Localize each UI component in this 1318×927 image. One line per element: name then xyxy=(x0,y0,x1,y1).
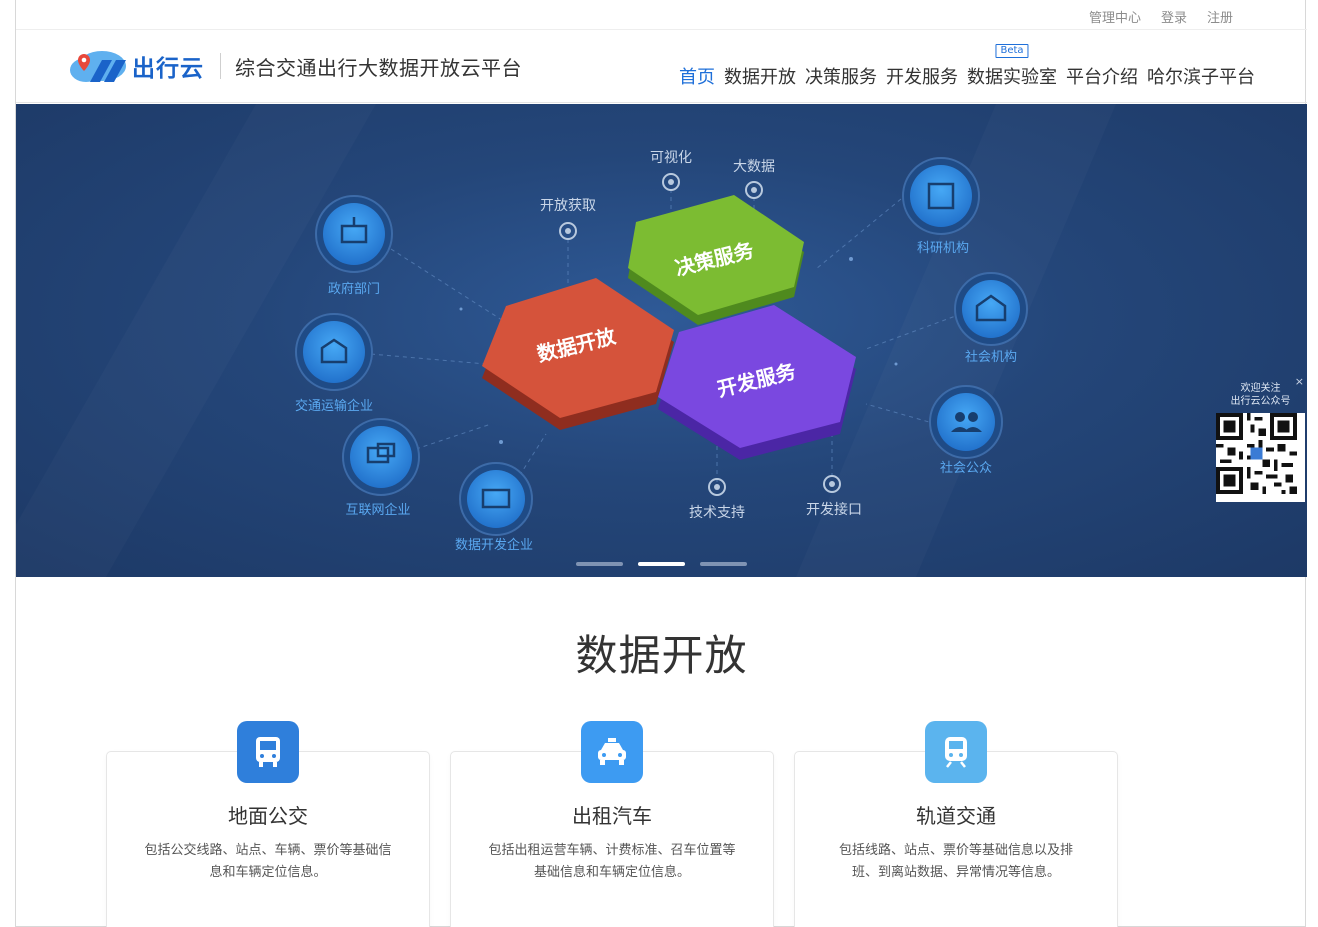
pin-label-dev-api: 开发接口 xyxy=(806,501,862,518)
node-label-transport: 交通运输企业 xyxy=(295,398,373,414)
taxi-icon xyxy=(581,721,643,783)
main-nav: 首页 数据开放 决策服务 开发服务 Beta 数据实验室 平台介绍 哈尔滨子平台 xyxy=(679,44,1255,89)
site-header: 出行云 综合交通出行大数据开放云平台 首页 数据开放 决策服务 开发服务 Bet… xyxy=(16,30,1307,103)
card-taxi[interactable]: 出租汽车 包括出租运营车辆、计费标准、召车位置等基础信息和车辆定位信息。 xyxy=(450,721,774,927)
node-label-gov: 政府部门 xyxy=(328,282,380,297)
hero-banner[interactable]: 数据开放 决策服务 开发服务 开放获取 可视化 大数据 技术支持 开发接口 政府… xyxy=(16,104,1307,577)
utility-links: 管理中心 登录 注册 xyxy=(1089,7,1233,26)
node-label-social-org: 社会机构 xyxy=(965,349,1017,365)
carousel-dot-1[interactable] xyxy=(576,562,623,566)
metro-icon xyxy=(925,721,987,783)
top-utility-bar: 管理中心 登录 注册 xyxy=(16,0,1307,30)
card-title: 出租汽车 xyxy=(572,804,652,828)
register-link[interactable]: 注册 xyxy=(1207,7,1233,26)
nav-data-open[interactable]: 数据开放 xyxy=(724,63,796,89)
login-link[interactable]: 登录 xyxy=(1161,7,1187,26)
nav-dev-service[interactable]: 开发服务 xyxy=(886,63,958,89)
carousel-dot-2[interactable] xyxy=(638,562,685,566)
card-ground-bus[interactable]: 地面公交 包括公交线路、站点、车辆、票价等基础信息和车辆定位信息。 xyxy=(106,721,430,927)
nav-data-lab-label: 数据实验室 xyxy=(967,67,1057,88)
node-label-internet: 互联网企业 xyxy=(345,502,410,518)
qr-title-line1: 欢迎关注 xyxy=(1240,383,1281,394)
qr-title-line2: 出行云公众号 xyxy=(1230,396,1291,407)
node-label-public: 社会公众 xyxy=(940,460,992,476)
data-categories: 地面公交 包括公交线路、站点、车辆、票价等基础信息和车辆定位信息。 出租汽车 包… xyxy=(106,720,1118,927)
nav-home[interactable]: 首页 xyxy=(679,63,715,89)
site-logo[interactable]: 出行云 综合交通出行大数据开放云平台 xyxy=(66,46,522,86)
wechat-qr-widget: × 欢迎关注 出行云公众号 xyxy=(1214,375,1307,504)
nav-decision-service[interactable]: 决策服务 xyxy=(805,63,877,89)
admin-center-link[interactable]: 管理中心 xyxy=(1089,7,1141,26)
beta-badge: Beta xyxy=(995,44,1029,58)
cloud-logo-icon xyxy=(66,46,130,86)
pin-label-bigdata: 大数据 xyxy=(733,159,775,175)
qr-code-icon xyxy=(1216,413,1305,502)
logo-text: 出行云 xyxy=(132,56,204,82)
carousel-dots xyxy=(576,562,747,566)
pin-label-tech-support: 技术支持 xyxy=(689,505,745,521)
page-frame: 管理中心 登录 注册 出行云 综合交通出行大数据开放云平台 首页 数据开放 决策… xyxy=(15,0,1307,927)
nav-data-lab[interactable]: Beta 数据实验室 xyxy=(967,44,1057,89)
card-desc: 包括公交线路、站点、车辆、票价等基础信息和车辆定位信息。 xyxy=(144,843,392,880)
section-title: 数据开放 xyxy=(575,631,748,680)
bus-icon xyxy=(237,721,299,783)
card-title: 地面公交 xyxy=(228,804,308,828)
pin-label-open-access: 开放获取 xyxy=(540,198,596,214)
card-desc: 包括线路、站点、票价等基础信息以及排班、到离站数据、异常情况等信息。 xyxy=(838,843,1073,880)
qr-title: 欢迎关注 出行云公众号 xyxy=(1214,382,1307,408)
node-label-research: 科研机构 xyxy=(917,241,969,256)
card-rail-transit[interactable]: 轨道交通 包括线路、站点、票价等基础信息以及排班、到离站数据、异常情况等信息。 xyxy=(794,721,1118,927)
site-slogan: 综合交通出行大数据开放云平台 xyxy=(235,55,522,80)
card-desc: 包括出租运营车辆、计费标准、召车位置等基础信息和车辆定位信息。 xyxy=(488,843,736,880)
nav-platform-intro[interactable]: 平台介绍 xyxy=(1066,63,1138,89)
card-title: 轨道交通 xyxy=(916,804,996,828)
pin-label-visualization: 可视化 xyxy=(650,150,692,166)
carousel-dot-3[interactable] xyxy=(700,562,747,566)
banner-illustration: 数据开放 决策服务 开发服务 开放获取 可视化 大数据 技术支持 开发接口 政府… xyxy=(295,150,1028,553)
logo-separator xyxy=(220,53,221,79)
node-label-data-dev: 数据开发企业 xyxy=(455,537,533,553)
nav-harbin-subplatform[interactable]: 哈尔滨子平台 xyxy=(1147,63,1255,89)
